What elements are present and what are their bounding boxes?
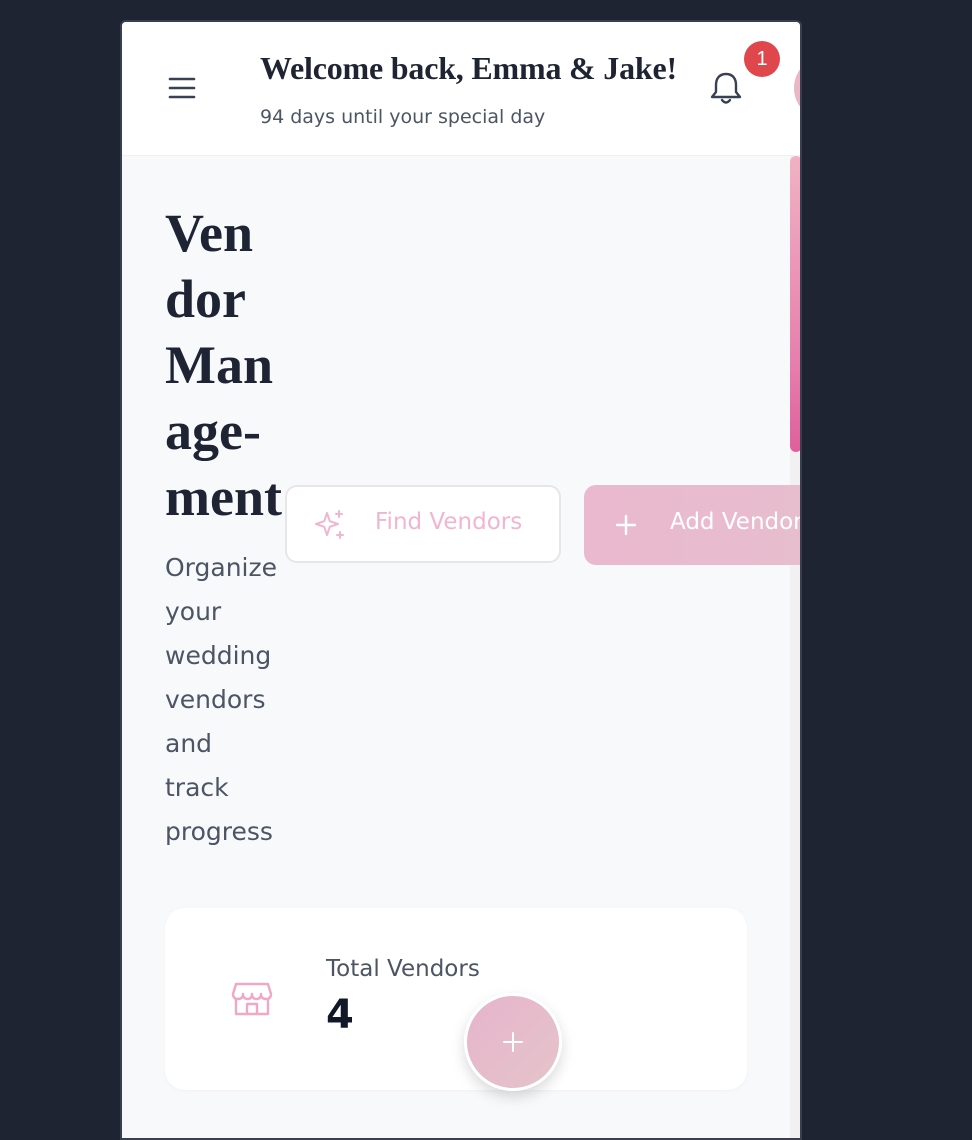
page-subtitle-line: and	[165, 729, 213, 758]
page-title: Ven dor Man age-ment	[165, 200, 289, 530]
find-vendors-label: Find Vendors	[375, 509, 523, 535]
add-vendor-button[interactable]: Add Vendor	[584, 485, 802, 565]
wedding-countdown: 94 days until your special day	[260, 106, 546, 128]
scrollbar-thumb[interactable]	[790, 156, 800, 452]
page-subtitle-line: your	[165, 597, 222, 626]
page-title-line: Ven	[165, 203, 254, 263]
plus-icon	[503, 1032, 523, 1052]
page-title-line: Man	[165, 335, 273, 395]
page-subtitle-line: vendors	[165, 685, 266, 714]
welcome-heading: Welcome back, Emma & Jake!	[260, 50, 677, 86]
page-subtitle-line: track	[165, 773, 229, 802]
app-window: Welcome back, Emma & Jake! 94 days until…	[120, 20, 802, 1140]
notification-badge: 1	[744, 41, 780, 77]
quick-add-fab-button[interactable]	[464, 993, 562, 1091]
page-subtitle-line: progress	[165, 817, 273, 846]
page-title-line: dor	[165, 269, 246, 329]
page-title-line: ment	[165, 467, 282, 527]
bell-icon	[710, 72, 742, 104]
top-header: Welcome back, Emma & Jake! 94 days until…	[122, 22, 800, 156]
find-vendors-button[interactable]: Find Vendors	[285, 485, 561, 563]
scrollbar-track[interactable]	[790, 156, 800, 1138]
menu-button[interactable]	[166, 72, 198, 104]
page-subtitle-line: wedding	[165, 641, 272, 670]
total-vendors-value: 4	[326, 992, 354, 1038]
avatar[interactable]	[794, 56, 800, 120]
total-vendors-label: Total Vendors	[326, 956, 480, 982]
page-subtitle-line: Organize	[165, 553, 277, 582]
sparkles-icon	[315, 510, 344, 539]
add-vendor-label: Add Vendor	[670, 509, 802, 535]
page-title-line: age-	[165, 401, 261, 461]
page-subtitle: Organize your wedding vendors and track progre…	[165, 546, 295, 854]
hamburger-menu-icon	[168, 77, 196, 99]
total-vendors-card: Total Vendors 4	[165, 908, 747, 1090]
plus-icon	[615, 514, 637, 536]
store-icon	[231, 982, 273, 1016]
notifications-button[interactable]	[706, 68, 746, 108]
